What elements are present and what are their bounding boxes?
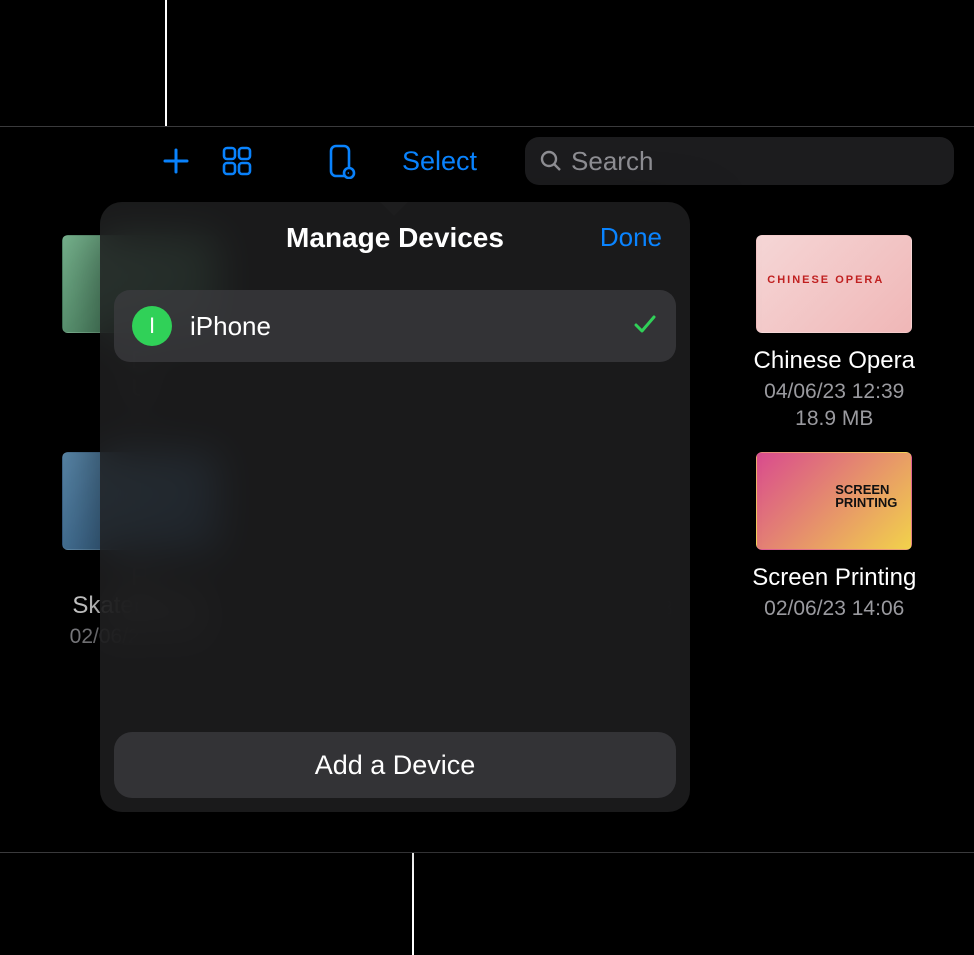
device-avatar: I	[132, 306, 172, 346]
manage-devices-popover: Manage Devices Done I iPhone Add a Devic…	[100, 202, 690, 812]
add-device-button[interactable]: Add a Device	[114, 732, 676, 798]
search-input[interactable]	[571, 146, 940, 177]
presentation-thumbnail	[756, 235, 912, 333]
presentation-size: 18.9 MB	[795, 407, 873, 431]
add-device-label: Add a Device	[315, 750, 476, 781]
presentation-thumbnail	[756, 452, 912, 550]
search-icon	[539, 149, 563, 173]
presentation-date: 04/06/23 12:39	[764, 379, 904, 405]
device-name-label: iPhone	[190, 311, 614, 342]
popover-title: Manage Devices	[114, 222, 676, 254]
done-button[interactable]: Done	[600, 222, 662, 253]
toolbar: Select	[0, 127, 974, 195]
presentation-title: Chinese Opera	[754, 347, 915, 375]
manage-devices-button[interactable]	[326, 143, 356, 179]
presentation-date: 02/06/23 14:06	[764, 596, 904, 622]
search-field[interactable]	[525, 137, 954, 185]
presentation-card[interactable]: Chinese Opera 04/06/23 12:39 18.9 MB	[729, 235, 941, 432]
device-row[interactable]: I iPhone	[114, 290, 676, 362]
select-button[interactable]: Select	[402, 146, 477, 177]
browse-view-button[interactable]	[220, 144, 254, 178]
presentation-title: Screen Printing	[752, 564, 916, 592]
checkmark-icon	[632, 311, 658, 342]
new-presentation-button[interactable]	[160, 145, 192, 177]
presentation-card[interactable]: Screen Printing 02/06/23 14:06	[729, 452, 941, 649]
